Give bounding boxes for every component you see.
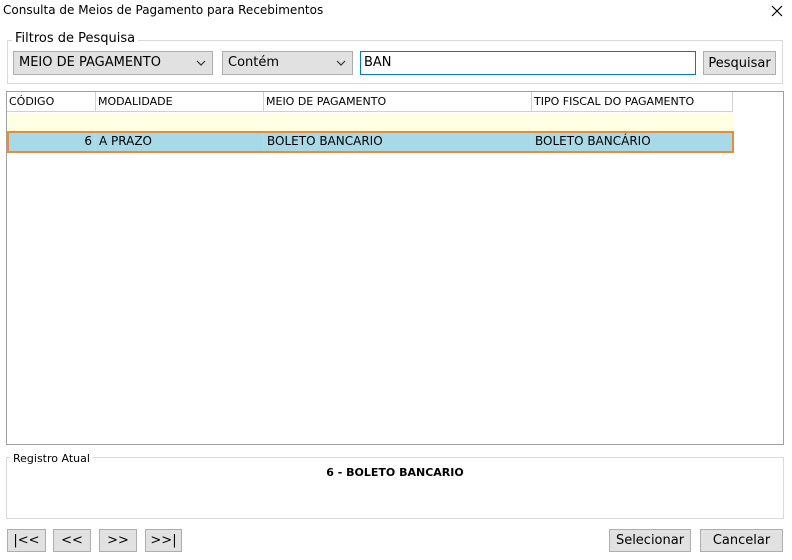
new-record-row[interactable] [7,113,733,131]
cancel-button[interactable]: Cancelar [700,529,783,552]
cell-tipo-fiscal: BOLETO BANCÁRIO [535,134,651,148]
chevron-down-icon [336,60,346,66]
field-select[interactable]: MEIO DE PAGAMENTO [13,51,213,75]
column-header-meio-pagamento[interactable]: MEIO DE PAGAMENTO [264,92,532,112]
previous-record-button[interactable]: << [53,529,91,552]
chevron-down-icon [196,60,206,66]
column-header-tipo-fiscal[interactable]: TIPO FISCAL DO PAGAMENTO [532,92,733,112]
cell-modalidade: A PRAZO [96,133,264,151]
cell-meio-pagamento: BOLETO BANCARIO [264,133,532,151]
operator-select[interactable]: Contém [222,51,353,75]
current-record-value: 6 - BOLETO BANCARIO [326,466,464,479]
first-record-button[interactable]: |<< [7,529,46,552]
table-row[interactable]: 6 A PRAZO BOLETO BANCARIO BOLETO BANCÁRI… [7,131,734,153]
next-record-button[interactable]: >> [99,529,137,552]
search-button[interactable]: Pesquisar [703,51,776,75]
search-input[interactable]: BAN [360,51,696,75]
window-title: Consulta de Meios de Pagamento para Rece… [3,3,324,17]
current-record-legend: Registro Atual [10,452,93,465]
column-header-modalidade[interactable]: MODALIDADE [96,92,264,112]
operator-select-value: Contém [228,55,280,70]
column-header-codigo[interactable]: CÓDIGO [7,92,96,112]
filters-legend: Filtros de Pesquisa [12,31,139,46]
close-button[interactable] [766,0,788,22]
results-grid[interactable]: CÓDIGO MODALIDADE MEIO DE PAGAMENTO TIPO… [6,91,784,445]
last-record-button[interactable]: >>| [145,529,182,552]
cell-codigo: 6 [9,133,96,151]
close-icon[interactable] [771,5,783,17]
select-button[interactable]: Selecionar [609,529,691,552]
field-select-value: MEIO DE PAGAMENTO [19,55,161,70]
